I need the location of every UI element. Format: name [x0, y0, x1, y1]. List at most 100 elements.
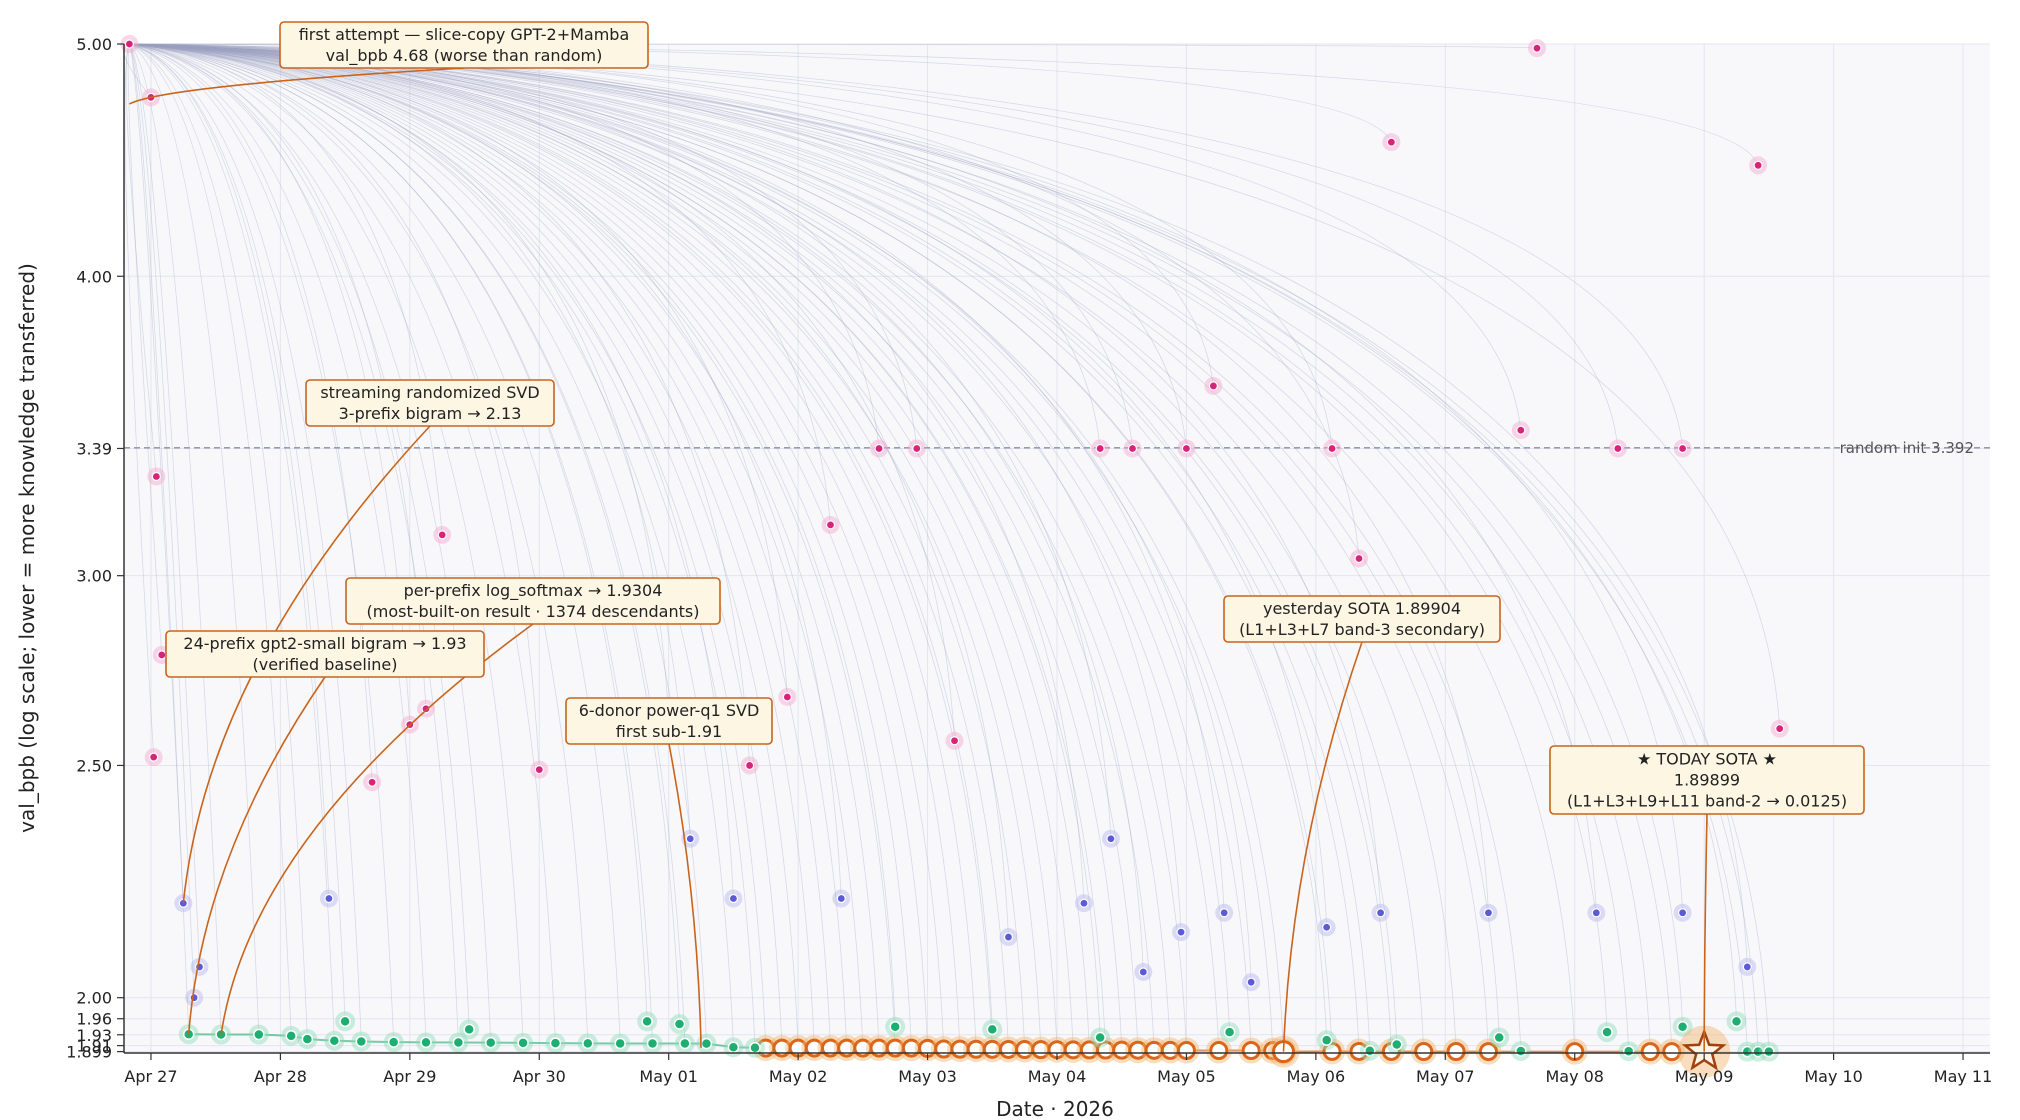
x-tick-label: May 04 — [1028, 1067, 1087, 1086]
data-point — [328, 1034, 341, 1047]
data-point — [124, 39, 134, 49]
y-axis-ticks: 1.8991.911.931.962.002.503.003.394.005.0… — [66, 35, 124, 1062]
data-point — [700, 1037, 713, 1050]
x-tick-label: May 09 — [1675, 1067, 1734, 1086]
x-tick-label: May 03 — [898, 1067, 957, 1086]
y-tick-label: 3.00 — [76, 567, 112, 586]
data-point — [1516, 425, 1526, 435]
x-tick-label: Apr 27 — [124, 1067, 177, 1086]
data-point — [285, 1030, 297, 1042]
data-point — [1094, 1031, 1106, 1044]
data-point — [749, 1042, 761, 1054]
data-point — [1223, 1026, 1236, 1038]
data-point — [1241, 1041, 1261, 1061]
x-tick-label: May 01 — [639, 1067, 698, 1086]
data-point — [728, 893, 739, 904]
x-tick-label: May 07 — [1416, 1067, 1475, 1086]
annotation-text: (verified baseline) — [253, 655, 398, 674]
x-tick-label: Apr 29 — [383, 1067, 436, 1086]
data-point — [1775, 724, 1785, 734]
data-point — [189, 993, 199, 1003]
data-point — [1414, 1042, 1434, 1062]
data-point — [1483, 908, 1494, 918]
annotation-text: per-prefix log_softmax → 1.9304 — [404, 581, 663, 601]
annotation-text: 3-prefix bigram → 2.13 — [339, 404, 522, 423]
data-point — [727, 1041, 740, 1054]
data-point — [367, 777, 377, 787]
x-tick-label: May 02 — [769, 1067, 828, 1086]
x-tick-label: May 05 — [1157, 1067, 1216, 1086]
annotation-text: 24-prefix gpt2-small bigram → 1.93 — [183, 634, 466, 653]
data-point — [1079, 898, 1089, 908]
data-point — [1354, 553, 1364, 564]
data-point — [1127, 443, 1138, 454]
data-point — [1677, 443, 1688, 454]
data-point — [324, 893, 334, 904]
data-point — [1320, 1034, 1333, 1046]
data-point — [874, 443, 884, 454]
data-point — [1591, 908, 1601, 918]
data-point — [157, 650, 167, 660]
data-point — [1246, 977, 1256, 987]
data-point — [889, 1020, 901, 1033]
data-point — [1515, 1045, 1527, 1057]
data-point — [1493, 1031, 1505, 1044]
x-tick-label: May 08 — [1545, 1067, 1604, 1086]
data-point — [1327, 443, 1337, 454]
data-point — [673, 1018, 686, 1030]
data-point — [355, 1035, 368, 1048]
annotation-text: streaming randomized SVD — [320, 383, 539, 402]
data-point — [1601, 1026, 1613, 1038]
data-point — [1322, 922, 1332, 932]
y-tick-label: 2.00 — [76, 989, 112, 1008]
data-point — [1753, 160, 1763, 170]
annotation-text: yesterday SOTA 1.89904 — [1263, 599, 1461, 618]
x-tick-label: May 10 — [1804, 1067, 1863, 1086]
data-point — [1676, 1020, 1689, 1033]
annotation-text: first attempt — slice-copy GPT-2+Mamba — [299, 25, 630, 44]
annotation-text: first sub-1.91 — [616, 722, 722, 741]
data-point — [339, 1015, 351, 1028]
data-point — [646, 1037, 659, 1050]
x-tick-label: Apr 30 — [513, 1067, 566, 1086]
data-point — [452, 1036, 465, 1049]
y-tick-label: 4.00 — [76, 267, 112, 286]
data-point — [1364, 1045, 1376, 1057]
data-point — [1208, 381, 1218, 391]
data-point — [679, 1037, 691, 1050]
data-point — [949, 736, 960, 746]
annotation-text: ★ TODAY SOTA ★ — [1637, 750, 1777, 769]
data-point — [782, 692, 792, 702]
y-tick-label: 1.96 — [76, 1010, 112, 1029]
data-point — [744, 760, 755, 771]
data-point — [301, 1033, 314, 1045]
data-point — [1622, 1045, 1635, 1057]
data-point — [1662, 1042, 1682, 1062]
data-point — [534, 765, 544, 775]
data-point — [1181, 443, 1192, 454]
data-point — [836, 893, 846, 904]
x-tick-label: Apr 28 — [254, 1067, 307, 1086]
data-point — [1219, 908, 1229, 918]
data-point — [825, 520, 836, 530]
chart: random init 3.392 first attempt — slice-… — [15, 21, 1993, 1120]
data-point — [1386, 137, 1396, 147]
annotation-text: (most-built-on result · 1374 descendants… — [367, 602, 700, 621]
data-point — [484, 1036, 497, 1049]
y-tick-label: 5.00 — [76, 35, 112, 54]
data-point — [1209, 1041, 1229, 1061]
data-point — [912, 443, 922, 454]
data-point — [1391, 1038, 1403, 1051]
data-point — [437, 530, 447, 540]
data-point — [1138, 967, 1148, 977]
data-point — [614, 1037, 626, 1050]
data-point — [1375, 908, 1386, 918]
annotation-text: (L1+L3+L7 band-3 secondary) — [1239, 620, 1485, 639]
data-point — [151, 471, 161, 482]
data-point — [149, 752, 159, 762]
x-tick-label: May 11 — [1934, 1067, 1993, 1086]
data-point — [517, 1037, 529, 1049]
data-point — [1640, 1042, 1660, 1062]
data-point — [387, 1036, 400, 1048]
data-point — [1003, 932, 1014, 942]
